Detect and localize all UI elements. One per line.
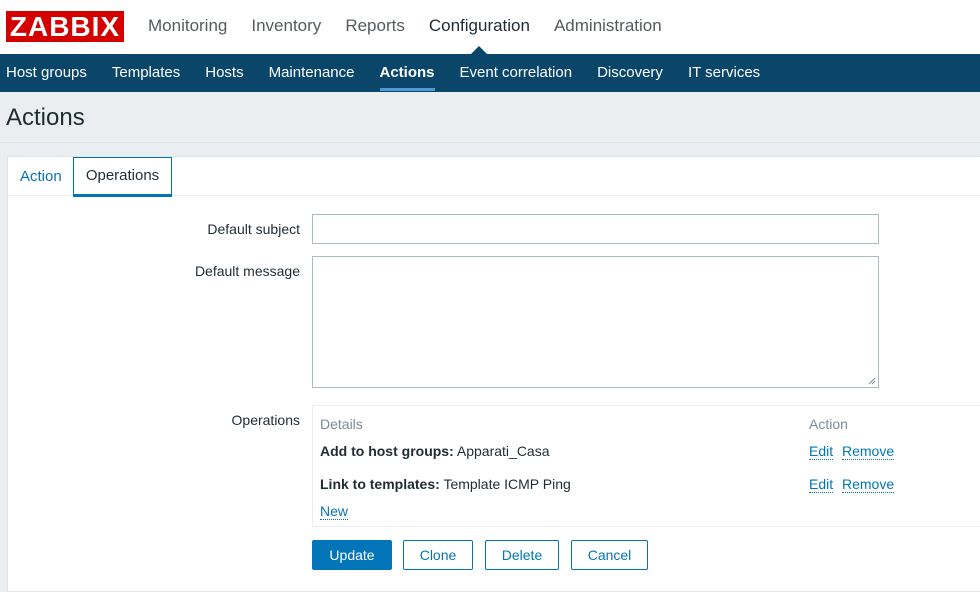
default-message-textarea[interactable] (312, 256, 879, 388)
menu-monitoring[interactable]: Monitoring (136, 0, 239, 54)
submenu-label: Host groups (6, 64, 87, 81)
form-tabs: Action Operations (8, 157, 980, 197)
submenu-maintenance[interactable]: Maintenance (263, 54, 361, 92)
operation-type: Link to templates: (320, 476, 440, 492)
action-column-header: Action (809, 416, 848, 432)
tab-operations[interactable]: Operations (73, 157, 172, 197)
page-title: Actions (6, 104, 85, 131)
default-subject-label: Default subject (207, 221, 300, 237)
submenu-label: Event correlation (459, 64, 573, 81)
edit-operation-link[interactable]: Edit (809, 443, 834, 460)
edit-operation-link[interactable]: Edit (809, 476, 834, 493)
submenu-event-correlation[interactable]: Event correlation (454, 54, 579, 92)
submenu-label: Templates (111, 64, 181, 81)
details-column-header: Details (320, 416, 363, 432)
tab-action[interactable]: Action (8, 157, 74, 196)
new-operation-link[interactable]: New (320, 503, 349, 520)
main-menu: Monitoring Inventory Reports Configurati… (136, 0, 674, 54)
title-divider (0, 142, 980, 143)
action-form-panel: Action Operations Default subject Defaul… (7, 156, 980, 592)
submenu-host-groups[interactable]: Host groups (0, 54, 93, 92)
update-button[interactable]: Update (312, 540, 392, 570)
operation-row-details: Add to host groups: Apparati_Casa (320, 443, 550, 459)
default-subject-input[interactable] (312, 214, 879, 244)
submenu-templates[interactable]: Templates (106, 54, 186, 92)
operations-label: Operations (231, 412, 300, 428)
submenu-label: Actions (379, 64, 435, 91)
operations-table: Details Action Add to host groups: Appar… (312, 405, 980, 527)
operation-row-details: Link to templates: Template ICMP Ping (320, 476, 571, 492)
submenu-label: Maintenance (268, 64, 355, 81)
remove-operation-link[interactable]: Remove (842, 476, 895, 493)
submenu-hosts[interactable]: Hosts (199, 54, 249, 92)
operation-value: Apparati_Casa (456, 443, 550, 459)
sub-menu: Host groups Templates Hosts Maintenance … (0, 54, 980, 92)
menu-administration[interactable]: Administration (542, 0, 674, 54)
submenu-actions[interactable]: Actions (374, 54, 441, 92)
remove-operation-link[interactable]: Remove (842, 443, 895, 460)
menu-reports[interactable]: Reports (333, 0, 417, 54)
menu-configuration[interactable]: Configuration (417, 0, 542, 54)
top-bar: ZABBIX Monitoring Inventory Reports Conf… (0, 0, 980, 54)
operation-type: Add to host groups: (320, 443, 454, 459)
submenu-discovery[interactable]: Discovery (591, 54, 669, 92)
delete-button[interactable]: Delete (485, 540, 559, 570)
cancel-button[interactable]: Cancel (571, 540, 648, 570)
clone-button[interactable]: Clone (403, 540, 473, 570)
operation-value: Template ICMP Ping (443, 476, 571, 492)
zabbix-logo[interactable]: ZABBIX (6, 11, 124, 42)
submenu-label: Discovery (597, 64, 663, 81)
resize-handle-icon[interactable] (868, 377, 876, 385)
submenu-it-services[interactable]: IT services (682, 54, 766, 92)
default-message-label: Default message (194, 263, 300, 279)
submenu-label: Hosts (205, 64, 244, 81)
submenu-label: IT services (687, 64, 761, 81)
menu-inventory[interactable]: Inventory (239, 0, 333, 54)
